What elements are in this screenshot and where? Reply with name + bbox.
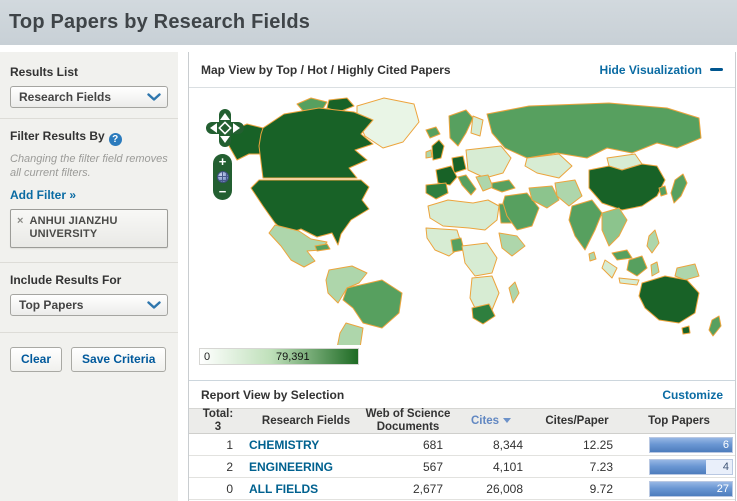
globe-icon[interactable] xyxy=(216,171,229,183)
total-label: Total: xyxy=(202,408,234,421)
documents-cell: 567 xyxy=(422,459,443,474)
table-row: 2 ENGINEERING 567 4,101 7.23 4 xyxy=(189,456,735,478)
chevron-down-icon xyxy=(147,296,161,314)
map-zoom-control[interactable]: + − xyxy=(213,154,232,200)
map-view-title: Map View by Top / Hot / Highly Cited Pap… xyxy=(201,62,451,77)
cites-per-paper-cell: 7.23 xyxy=(589,459,613,474)
filter-results-text: Filter Results By xyxy=(10,129,105,143)
chevron-down-icon xyxy=(147,88,161,106)
choropleth-scale: 0 79,391 xyxy=(199,348,359,365)
filter-chip: × ANHUI JIANZHU UNIVERSITY xyxy=(10,208,168,248)
report-view-header: Report View by Selection Customize xyxy=(189,380,735,408)
table-row: 1 CHEMISTRY 681 8,344 12.25 6 xyxy=(189,434,735,456)
results-list-select[interactable]: Research Fields xyxy=(10,86,168,108)
report-view-title: Report View by Selection xyxy=(201,387,345,402)
include-results-label: Include Results For xyxy=(10,272,122,287)
bar-fill xyxy=(650,459,706,474)
top-papers-bar: 4 xyxy=(649,458,733,475)
cites-cell: 8,344 xyxy=(492,437,523,452)
total-header: Total: 3 xyxy=(189,408,247,433)
clear-button[interactable]: Clear xyxy=(10,346,63,372)
zoom-out-button[interactable]: − xyxy=(219,185,227,198)
cites-cell: 4,101 xyxy=(492,459,523,474)
column-top-papers[interactable]: Top Papers xyxy=(623,415,735,428)
sort-desc-icon xyxy=(503,418,512,424)
collapse-icon[interactable] xyxy=(710,68,723,71)
cites-per-paper-cell: 9.72 xyxy=(589,481,613,496)
main-panel: Map View by Top / Hot / Highly Cited Pap… xyxy=(188,52,736,501)
scale-max-label: 79,391 xyxy=(276,351,310,363)
results-list-value: Research Fields xyxy=(19,90,112,104)
page-title: Top Papers by Research Fields xyxy=(9,11,311,33)
documents-cell: 681 xyxy=(422,437,443,452)
column-documents[interactable]: Web of Science Documents xyxy=(365,408,451,433)
rank-cell: 0 xyxy=(226,481,233,496)
cites-sort-label[interactable]: Cites xyxy=(471,415,499,428)
map-view-header: Map View by Top / Hot / Highly Cited Pap… xyxy=(189,52,735,88)
top-papers-value: 6 xyxy=(722,438,729,451)
field-link[interactable]: ALL FIELDS xyxy=(249,482,318,496)
scale-min-label: 0 xyxy=(204,351,211,363)
column-cites-per-paper[interactable]: Cites/Paper xyxy=(531,415,623,428)
results-list-label: Results List xyxy=(10,65,79,79)
save-criteria-button[interactable]: Save Criteria xyxy=(71,346,167,372)
total-value: 3 xyxy=(214,421,222,433)
bar-fill xyxy=(650,437,732,452)
help-icon[interactable]: ? xyxy=(108,133,122,146)
top-papers-value: 4 xyxy=(722,460,729,473)
include-results-value: Top Papers xyxy=(19,297,84,312)
page-header: Top Papers by Research Fields xyxy=(0,0,737,45)
documents-cell: 2,677 xyxy=(412,481,443,496)
add-filter-link[interactable]: Add Filter » xyxy=(10,188,76,202)
top-papers-value: 27 xyxy=(716,482,729,495)
hide-visualization-link[interactable]: Hide Visualization xyxy=(600,63,702,77)
column-cites[interactable]: Cites xyxy=(451,415,531,428)
map-pan-control[interactable] xyxy=(205,108,245,153)
remove-filter-icon[interactable]: × xyxy=(17,215,23,241)
filter-chip-label: ANHUI JIANZHU UNIVERSITY xyxy=(29,214,118,240)
zoom-in-button[interactable]: + xyxy=(219,155,227,168)
cites-cell: 26,008 xyxy=(486,481,523,496)
customize-link[interactable]: Customize xyxy=(662,388,723,402)
include-results-select[interactable]: Top Papers xyxy=(10,293,168,316)
cites-per-paper-cell: 12.25 xyxy=(582,437,613,452)
column-research-fields[interactable]: Research Fields xyxy=(247,415,365,428)
filter-results-label: Filter Results By? xyxy=(10,129,168,146)
filter-note: Changing the filter field removes all cu… xyxy=(10,153,168,180)
table-header: Total: 3 Research Fields Web of Science … xyxy=(189,408,735,434)
field-link[interactable]: CHEMISTRY xyxy=(249,438,319,452)
sidebar: Results List Research Fields Filter Resu… xyxy=(0,52,178,501)
top-papers-bar: 6 xyxy=(649,436,733,453)
world-map[interactable] xyxy=(189,90,737,345)
table-row: 0 ALL FIELDS 2,677 26,008 9.72 27 xyxy=(189,478,735,500)
field-link[interactable]: ENGINEERING xyxy=(249,460,333,474)
rank-cell: 2 xyxy=(226,459,233,474)
map-area: + − 0 79,391 xyxy=(189,88,735,380)
top-papers-bar: 27 xyxy=(649,480,733,497)
rank-cell: 1 xyxy=(226,437,233,452)
